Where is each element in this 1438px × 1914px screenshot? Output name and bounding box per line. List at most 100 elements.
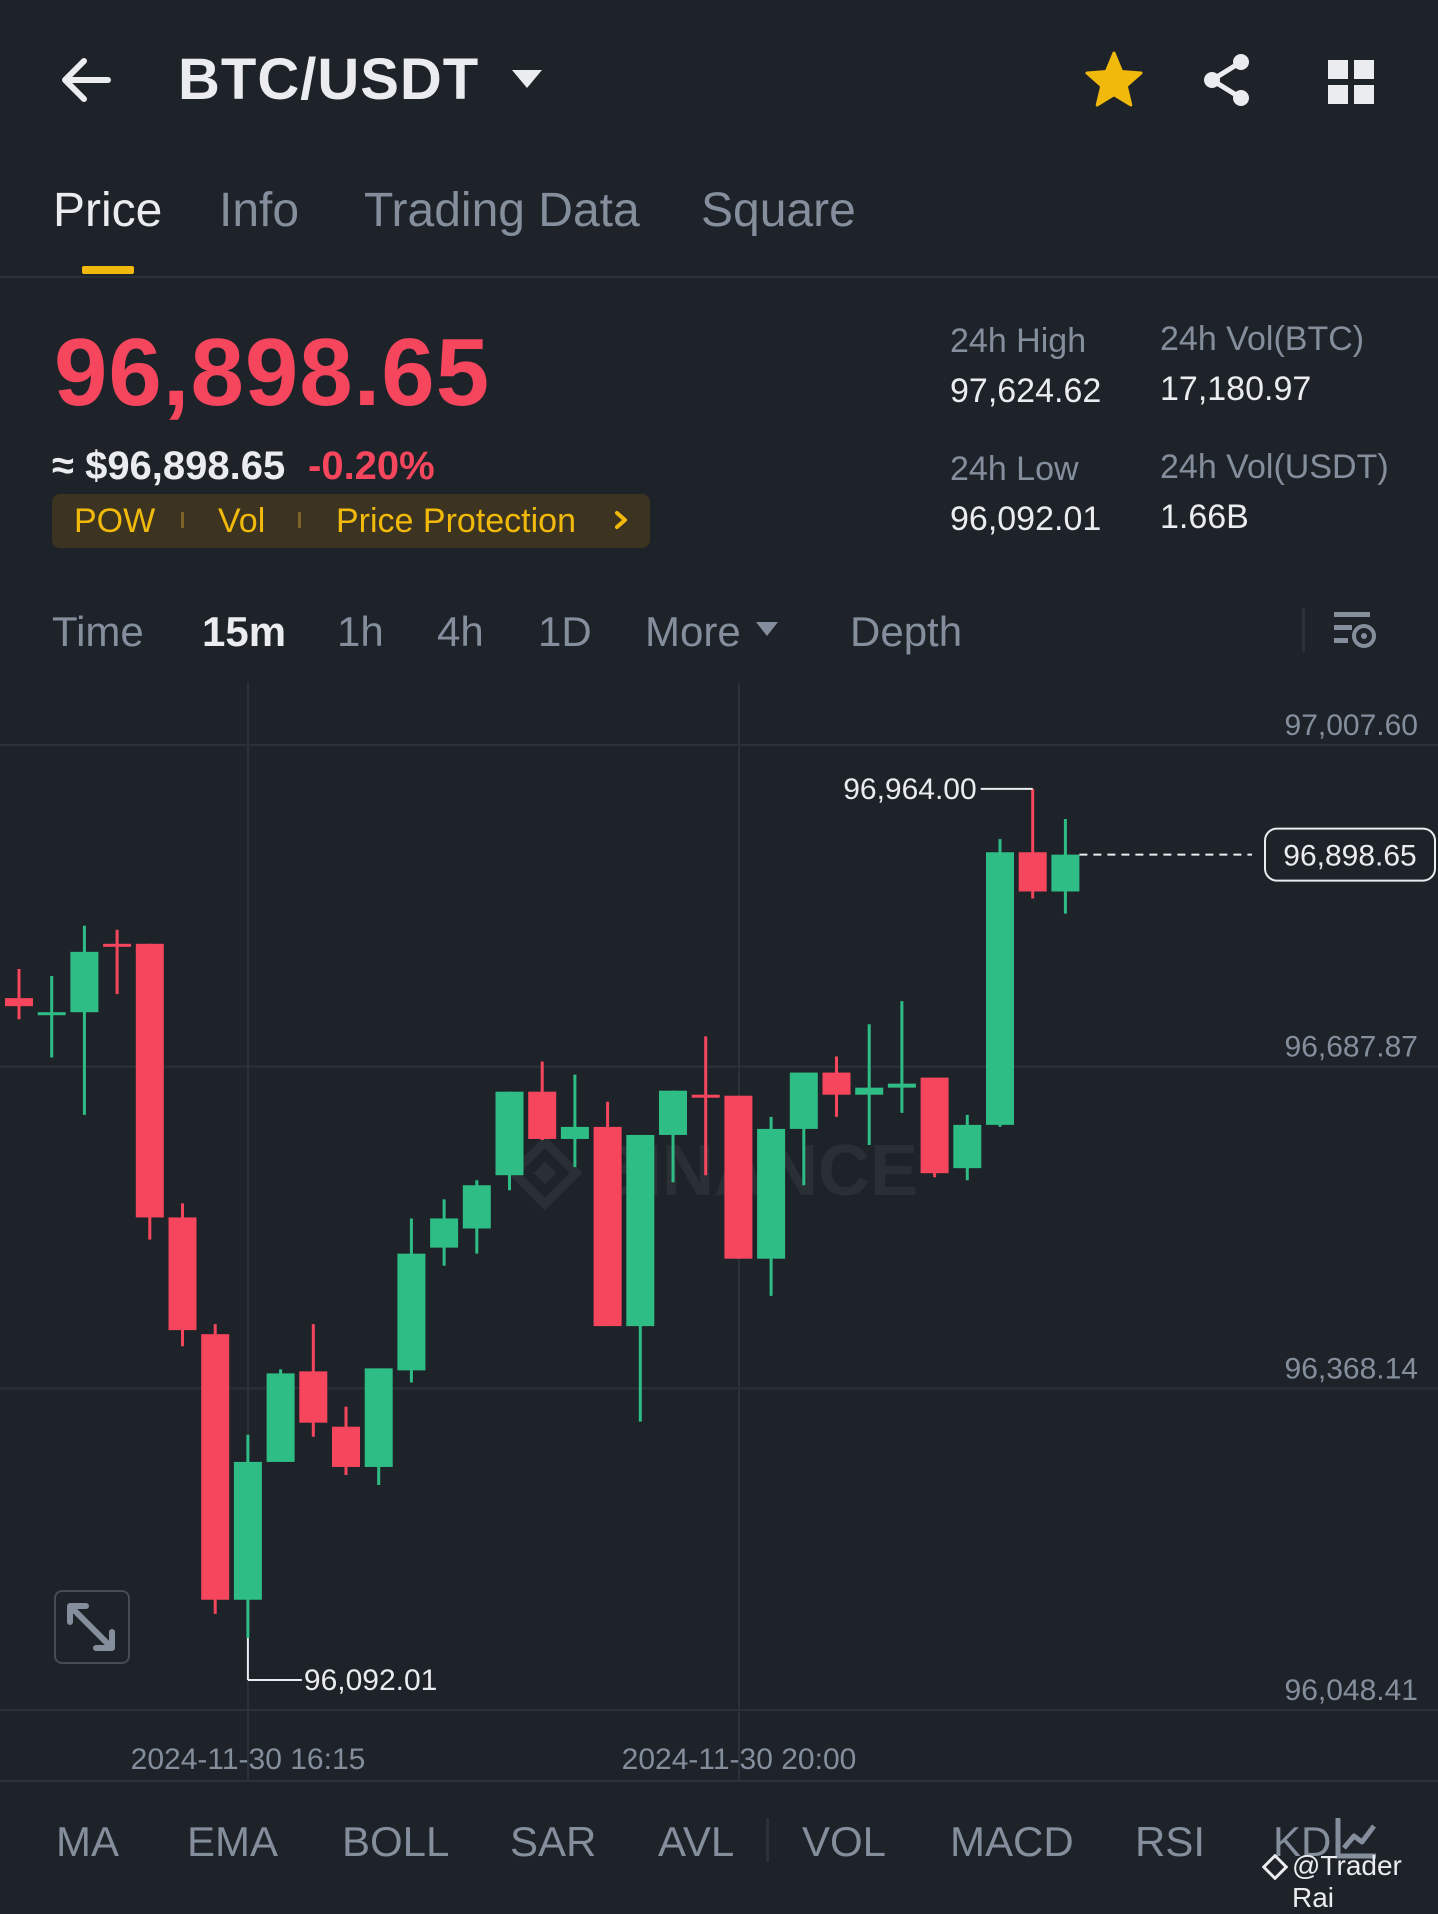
candle-body (299, 1371, 328, 1423)
tag-separator (181, 512, 184, 528)
chart-annotations: 96,964.00 96,092.01 96,898.65 (246, 773, 1436, 1697)
chevron-down-icon[interactable] (510, 68, 544, 90)
candlestick-chart[interactable]: 97,007.60 96,687.87 96,368.14 96,048.41 2024… (0, 683, 1438, 1780)
candle-body (822, 1072, 851, 1095)
candle-body (430, 1218, 459, 1248)
candle-body (1018, 852, 1047, 892)
candle-body (364, 1368, 393, 1467)
candle-body (986, 852, 1014, 1125)
chart-grid: 97,007.60 96,687.87 96,368.14 96,048.41 2024… (0, 683, 1438, 1780)
y-axis-label: 96,368.14 (1285, 1352, 1418, 1385)
expand-icon (67, 1603, 115, 1651)
candle-body (332, 1426, 360, 1467)
candle-body (757, 1128, 786, 1259)
candle-body (70, 951, 99, 1013)
candle-body (953, 1124, 982, 1169)
approx-usd-price: ≈ $96,898.65 (52, 444, 286, 488)
last-price: 96,898.65 (54, 319, 491, 426)
indicator-macd[interactable]: MACD (950, 1818, 1074, 1866)
y-axis-label: 97,007.60 (1285, 709, 1418, 742)
candle-body (920, 1077, 949, 1174)
y-axis-label: 96,687.87 (1285, 1031, 1418, 1064)
candle-body (495, 1091, 524, 1176)
stat-24h-low-label: 24h Low (950, 450, 1079, 488)
candle-body (691, 1094, 720, 1098)
stat-24h-vol-usdt-value: 1.66B (1160, 498, 1249, 536)
candle-body (233, 1461, 262, 1600)
watermark-credit: @Trader Rai (1292, 1850, 1402, 1913)
stat-24h-high-value: 97,624.62 (950, 372, 1102, 410)
candle-body (887, 1083, 916, 1088)
grid-icon[interactable] (1326, 58, 1376, 106)
binance-logo-icon (1262, 1854, 1288, 1880)
chevron-right-icon[interactable] (612, 508, 630, 532)
x-axis-label: 2024-11-30 16:15 (131, 1743, 366, 1776)
candle-body (397, 1253, 426, 1371)
candle-body (168, 1217, 197, 1331)
high-marker-label: 96,964.00 (843, 773, 976, 806)
fullscreen-button[interactable] (54, 1590, 130, 1664)
stat-24h-vol-btc-value: 17,180.97 (1160, 370, 1312, 408)
tab-info[interactable]: Info (219, 183, 299, 238)
candle-body (560, 1126, 589, 1139)
stat-24h-vol-btc-label: 24h Vol(BTC) (1160, 320, 1365, 358)
candle-body (659, 1090, 687, 1135)
tab-square[interactable]: Square (701, 183, 856, 238)
interval-time[interactable]: Time (52, 608, 144, 656)
indicator-sar[interactable]: SAR (510, 1818, 596, 1866)
candle-body (626, 1134, 655, 1327)
interval-4h[interactable]: 4h (437, 608, 484, 656)
star-icon[interactable] (1084, 50, 1144, 108)
candle-body (201, 1334, 230, 1600)
chart-settings-icon[interactable] (1330, 606, 1378, 652)
candle-body (37, 1012, 66, 1016)
candle-body (724, 1095, 753, 1259)
divider (766, 1818, 769, 1862)
share-icon[interactable] (1200, 52, 1254, 108)
tag-price-protection[interactable]: Price Protection (336, 502, 576, 541)
indicator-boll[interactable]: BOLL (342, 1818, 449, 1866)
candles (5, 788, 1080, 1638)
tag-bar[interactable]: POW Vol Price Protection (52, 494, 650, 548)
arrow-left-icon[interactable] (58, 55, 114, 105)
divider (1302, 608, 1305, 652)
interval-1h[interactable]: 1h (337, 608, 384, 656)
candle-body (5, 998, 33, 1007)
candle-body (1051, 854, 1080, 892)
candle-body (266, 1373, 295, 1462)
price-change-percent: -0.20% (308, 444, 435, 488)
indicator-avl[interactable]: AVL (658, 1818, 734, 1866)
interval-depth[interactable]: Depth (850, 608, 962, 656)
interval-15m[interactable]: 15m (202, 608, 286, 656)
divider (0, 276, 1438, 278)
indicator-vol[interactable]: VOL (802, 1818, 886, 1866)
tag-separator (298, 512, 301, 528)
active-tab-indicator (82, 266, 134, 274)
indicator-rsi[interactable]: RSI (1135, 1818, 1205, 1866)
caret-down-icon[interactable] (754, 620, 780, 638)
tab-trading-data[interactable]: Trading Data (364, 183, 640, 238)
candle-body (855, 1087, 884, 1095)
indicator-ma[interactable]: MA (56, 1818, 119, 1866)
candle-body (135, 943, 164, 1218)
tag-pow[interactable]: POW (74, 502, 155, 541)
candle-body (462, 1185, 491, 1229)
tab-price[interactable]: Price (53, 183, 162, 238)
stat-24h-low-value: 96,092.01 (950, 500, 1102, 538)
candle-body (103, 943, 132, 947)
interval-1d[interactable]: 1D (538, 608, 592, 656)
candle-body (528, 1091, 557, 1139)
candle-body (789, 1072, 818, 1129)
indicator-ema[interactable]: EMA (187, 1818, 278, 1866)
pair-title[interactable]: BTC/USDT (178, 46, 479, 113)
stat-24h-high-label: 24h High (950, 322, 1087, 360)
low-marker-label: 96,092.01 (304, 1664, 437, 1697)
stat-24h-vol-usdt-label: 24h Vol(USDT) (1160, 448, 1389, 486)
interval-more[interactable]: More (645, 608, 741, 656)
y-axis-label: 96,048.41 (1285, 1674, 1418, 1707)
x-axis-label: 2024-11-30 20:00 (622, 1743, 857, 1776)
current-price-label: 96,898.65 (1283, 840, 1416, 873)
candle-body (593, 1126, 622, 1327)
divider (0, 1780, 1438, 1782)
tag-vol[interactable]: Vol (218, 502, 265, 541)
